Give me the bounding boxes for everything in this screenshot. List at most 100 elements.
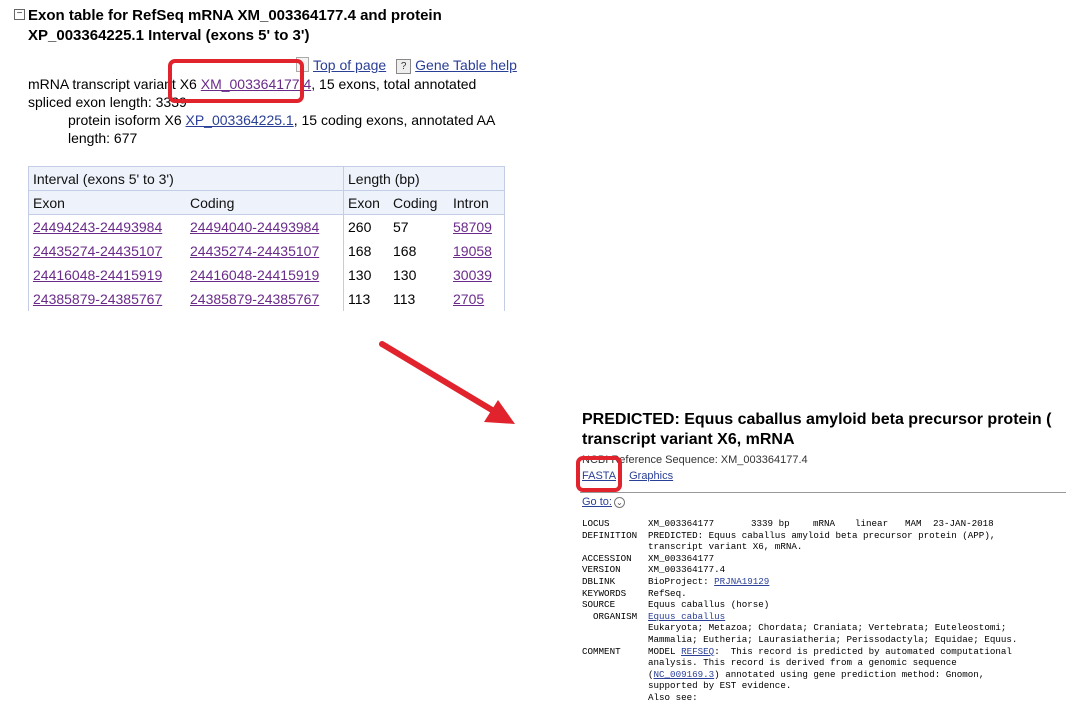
top-of-page-link[interactable]: Top of page: [313, 57, 386, 73]
locus-row: LOCUS XM_003364177 3339 bp mRNA linear MAM 23…: [582, 518, 1052, 530]
protein-prefix: protein isoform X6: [68, 112, 186, 128]
gene-table-help-link[interactable]: Gene Table help: [415, 57, 517, 73]
intron-length-link[interactable]: 2705: [453, 291, 484, 307]
coding-interval-link[interactable]: 24494040-24493984: [190, 219, 319, 235]
dblink-key: DBLINK: [582, 575, 616, 587]
coding-length: 130: [393, 267, 417, 283]
organism-value: Equus caballus Eukaryota; Metazoa; Chorda…: [648, 611, 1052, 646]
record-title-line2: transcript variant X6, mRNA: [582, 431, 795, 448]
goto-link[interactable]: Go to:: [582, 496, 612, 508]
comment-text: : This record is predicted by automated …: [714, 645, 1012, 657]
col-header-coding: Coding: [186, 190, 344, 215]
locus-division: MAM: [905, 518, 922, 529]
length-group-header: Length (bp): [343, 166, 505, 191]
comment-text: supported by EST evidence.: [648, 680, 792, 692]
table-row: 24435274-24435107 24435274-24435107 168 …: [28, 239, 505, 263]
red-arrow-icon: [379, 341, 515, 424]
definition-value: PREDICTED: Equus caballus amyloid beta p…: [648, 530, 1052, 553]
coding-interval-link[interactable]: 24435274-24435107: [190, 243, 319, 259]
col-header-intron: Intron: [449, 190, 505, 215]
version-row: VERSION XM_003364177.4: [582, 564, 1052, 576]
col-header-exon: Exon: [28, 190, 186, 215]
locus-moltype: mRNA: [813, 518, 836, 529]
keywords-row: KEYWORDS RefSeq.: [582, 588, 1052, 600]
help-links: Top of page? Gene Table help: [296, 57, 517, 74]
accession-value: XM_003364177: [648, 552, 715, 564]
version-key: VERSION: [582, 564, 621, 576]
locus-length: 3339 bp: [751, 518, 790, 529]
exon-length: 113: [343, 287, 389, 311]
source-row: SOURCE Equus caballus (horse): [582, 599, 1052, 611]
comment-text: MODEL: [648, 645, 682, 657]
record-title: PREDICTED: Equus caballus amyloid beta p…: [582, 410, 1062, 450]
table-row: 24416048-24415919 24416048-24415919 130 …: [28, 263, 505, 287]
graphics-link[interactable]: Graphics: [629, 470, 673, 482]
goto-menu[interactable]: Go to: ⌄: [582, 496, 625, 508]
intron-length-link[interactable]: 58709: [453, 219, 492, 235]
genomic-sequence-link[interactable]: NC_009169.3: [654, 669, 715, 680]
protein-accession-link[interactable]: XP_003364225.1: [186, 112, 294, 128]
table-row: 24494243-24493984 24494040-24493984 260 …: [28, 214, 505, 239]
exon-table: Interval (exons 5' to 3') Length (bp) Ex…: [28, 166, 505, 311]
definition-key: DEFINITION: [582, 529, 638, 541]
dblink-row: DBLINK BioProject: PRJNA19129: [582, 576, 1052, 588]
question-icon: ?: [396, 59, 412, 74]
nucleotide-record: PREDICTED: Equus caballus amyloid beta p…: [580, 410, 1066, 716]
refseq-link[interactable]: REFSEQ: [681, 646, 714, 657]
interval-group-header: Interval (exons 5' to 3'): [28, 166, 344, 191]
locus-name: XM_003364177: [648, 518, 715, 529]
chevron-down-icon[interactable]: ⌄: [613, 497, 625, 508]
dblink-value: BioProject: PRJNA19129: [648, 576, 1052, 588]
organism-link[interactable]: Equus caballus: [648, 611, 725, 622]
divider: [580, 492, 1066, 493]
locus-values: XM_003364177 3339 bp mRNA linear MAM 23-JAN-2…: [648, 518, 1052, 530]
highlight-box-fasta: [576, 456, 622, 492]
comment-row: COMMENT MODEL REFSEQ: This record is pre…: [582, 646, 1052, 704]
lineage-line: Eukaryota; Metazoa; Chordata; Craniata; …: [648, 622, 1007, 634]
record-title-line1: PREDICTED: Equus caballus amyloid beta p…: [582, 411, 1052, 428]
intron-length-link[interactable]: 30039: [453, 267, 492, 283]
genbank-flatfile: LOCUS XM_003364177 3339 bp mRNA linear MAM 23…: [582, 518, 1052, 704]
lineage-line: Mammalia; Eutheria; Laurasiatheria; Peri…: [648, 633, 1018, 645]
comment-text: analysis. This record is derived from a …: [648, 657, 957, 669]
organism-row: ORGANISM Equus caballus Eukaryota; Metazo…: [582, 611, 1052, 646]
definition-line: transcript variant X6, mRNA.: [648, 541, 803, 553]
collapse-section-icon[interactable]: −: [14, 9, 25, 20]
locus-topology: linear: [855, 518, 889, 529]
exon-length: 168: [343, 239, 389, 263]
definition-line: PREDICTED: Equus caballus amyloid beta p…: [648, 529, 996, 541]
version-value: XM_003364177.4: [648, 564, 726, 576]
exon-interval-link[interactable]: 24435274-24435107: [33, 243, 162, 259]
accession-row: ACCESSION XM_003364177: [582, 553, 1052, 565]
coding-length: 168: [393, 243, 417, 259]
keywords-value: RefSeq.: [648, 587, 687, 599]
keywords-key: KEYWORDS: [582, 587, 627, 599]
exon-interval-link[interactable]: 24494243-24493984: [33, 219, 162, 235]
comment-value: MODEL REFSEQ: This record is predicted b…: [648, 646, 1052, 704]
col-header-coding-length: Coding: [389, 190, 449, 215]
exon-length: 260: [343, 214, 389, 239]
source-value: Equus caballus (horse): [648, 599, 770, 611]
bioproject-link[interactable]: PRJNA19129: [714, 576, 769, 587]
coding-length: 57: [393, 219, 409, 235]
locus-date: 23-JAN-2018: [933, 518, 994, 529]
intron-length-link[interactable]: 19058: [453, 243, 492, 259]
source-key: SOURCE: [582, 599, 616, 611]
coding-interval-link[interactable]: 24416048-24415919: [190, 267, 319, 283]
exon-length: 130: [343, 263, 389, 287]
table-row: 24385879-24385767 24385879-24385767 113 …: [28, 287, 505, 311]
comment-text: Also see:: [648, 691, 698, 703]
comment-key: COMMENT: [582, 645, 621, 657]
comment-text: ) annotated using gene prediction method…: [714, 668, 985, 680]
accession-key: ACCESSION: [582, 552, 632, 564]
organism-key: ORGANISM: [582, 610, 638, 622]
definition-row: DEFINITION PREDICTED: Equus caballus amy…: [582, 530, 1052, 553]
exon-interval-link[interactable]: 24385879-24385767: [33, 291, 162, 307]
exon-interval-link[interactable]: 24416048-24415919: [33, 267, 162, 283]
col-header-exon-length: Exon: [343, 190, 389, 215]
protein-isoform-line: protein isoform X6 XP_003364225.1, 15 co…: [68, 111, 516, 147]
coding-interval-link[interactable]: 24385879-24385767: [190, 291, 319, 307]
dblink-prefix: BioProject:: [648, 575, 715, 587]
locus-key: LOCUS: [582, 518, 610, 529]
highlight-box-mrna-accession: [168, 59, 304, 103]
